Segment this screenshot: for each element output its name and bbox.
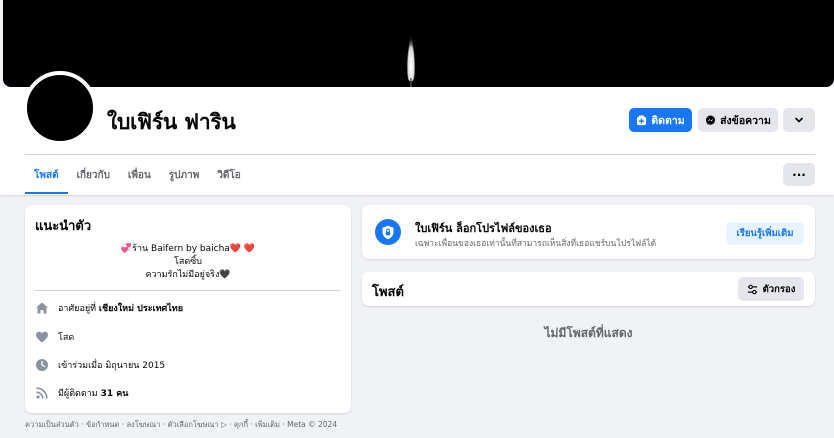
- bio-line: ความรักไม่มีอยู่จริง🖤: [145, 270, 231, 280]
- tab-posts[interactable]: โพสต์: [25, 156, 68, 194]
- home-icon: [36, 302, 48, 314]
- intro-title: แนะนำตัว: [35, 219, 92, 234]
- rss-icon: [36, 387, 48, 399]
- relationship-status: โสด: [58, 333, 75, 343]
- locked-title: ใบเฟิร์น ล็อกโปรไฟล์ของเธอ: [415, 222, 552, 235]
- profile-name: ใบเฟิร์น ฟาริน: [107, 110, 236, 134]
- locked-subtitle: เฉพาะเพื่อนของเธอเท่านั้นที่สามารถเห็นสิ…: [415, 239, 657, 249]
- lives-in-row: อาศัยอยู่ที่ เชียงใหม่ ประเทศไทย: [35, 301, 183, 315]
- heart-icon: [36, 331, 48, 343]
- followers-count[interactable]: 31 คน: [101, 389, 129, 399]
- filter-button[interactable]: ตัวกรอง: [738, 277, 804, 301]
- followers-prefix: มีผู้ติดตาม: [58, 389, 101, 399]
- posts-title: โพสต์: [372, 285, 404, 300]
- message-button[interactable]: ส่งข้อความ: [698, 108, 778, 132]
- footer-links[interactable]: ความเป็นส่วนตัว · ข้อกำหนด · ลงโฆษณา · ต…: [25, 420, 351, 430]
- filter-button-label: ตัวกรอง: [762, 283, 796, 295]
- avatar[interactable]: [23, 71, 97, 145]
- lives-in-prefix: อาศัยอยู่ที่: [58, 304, 99, 314]
- follow-plus-icon: [637, 114, 647, 125]
- chevron-down-icon: [795, 117, 803, 123]
- cover-photo[interactable]: [3, 0, 834, 87]
- intro-divider: [35, 290, 340, 291]
- header-divider: [25, 154, 815, 155]
- messenger-icon: [706, 115, 716, 125]
- no-posts-message: ไม่มีโพสต์ที่แสดง: [544, 326, 633, 340]
- joined-date: เข้าร่วมเมื่อ มิถุนายน 2015: [58, 361, 166, 371]
- intro-card: แนะนำตัว 💞ร้าน Baifern by baicha❤️ ❤️ โส…: [25, 205, 351, 413]
- bio-line: 💞ร้าน Baifern by baicha❤️ ❤️: [120, 244, 256, 254]
- candle-flame-icon: [406, 30, 416, 87]
- follow-button[interactable]: ติดตาม: [629, 108, 692, 132]
- follow-button-label: ติดตาม: [651, 114, 685, 127]
- bio: 💞ร้าน Baifern by baicha❤️ ❤️ โสดซิ้บ ควา…: [25, 243, 351, 282]
- more-dots-icon: ···: [792, 167, 806, 182]
- clock-icon: [36, 359, 48, 371]
- profile-options-button[interactable]: [783, 108, 815, 132]
- lives-in-place[interactable]: เชียงใหม่ ประเทศไทย: [99, 304, 183, 314]
- shield-lock-icon: [375, 219, 401, 245]
- followers-row: มีผู้ติดตาม 31 คน: [35, 386, 128, 400]
- tab-about[interactable]: เกี่ยวกับ: [68, 156, 119, 194]
- learn-more-button[interactable]: เรียนรู้เพิ่มเติม: [726, 222, 804, 245]
- relationship-row: โสด: [35, 330, 74, 344]
- tabs-more-button[interactable]: ···: [783, 163, 815, 186]
- tab-videos[interactable]: วิดีโอ: [208, 156, 250, 194]
- filter-icon: [747, 284, 757, 294]
- message-button-label: ส่งข้อความ: [720, 114, 771, 127]
- tab-photos[interactable]: รูปภาพ: [160, 156, 209, 194]
- tab-friends[interactable]: เพื่อน: [119, 156, 160, 194]
- joined-row: เข้าร่วมเมื่อ มิถุนายน 2015: [35, 358, 165, 372]
- profile-tabs: โพสต์ เกี่ยวกับ เพื่อน รูปภาพ วิดีโอ: [25, 156, 250, 194]
- bio-line: โสดซิ้บ: [174, 257, 202, 267]
